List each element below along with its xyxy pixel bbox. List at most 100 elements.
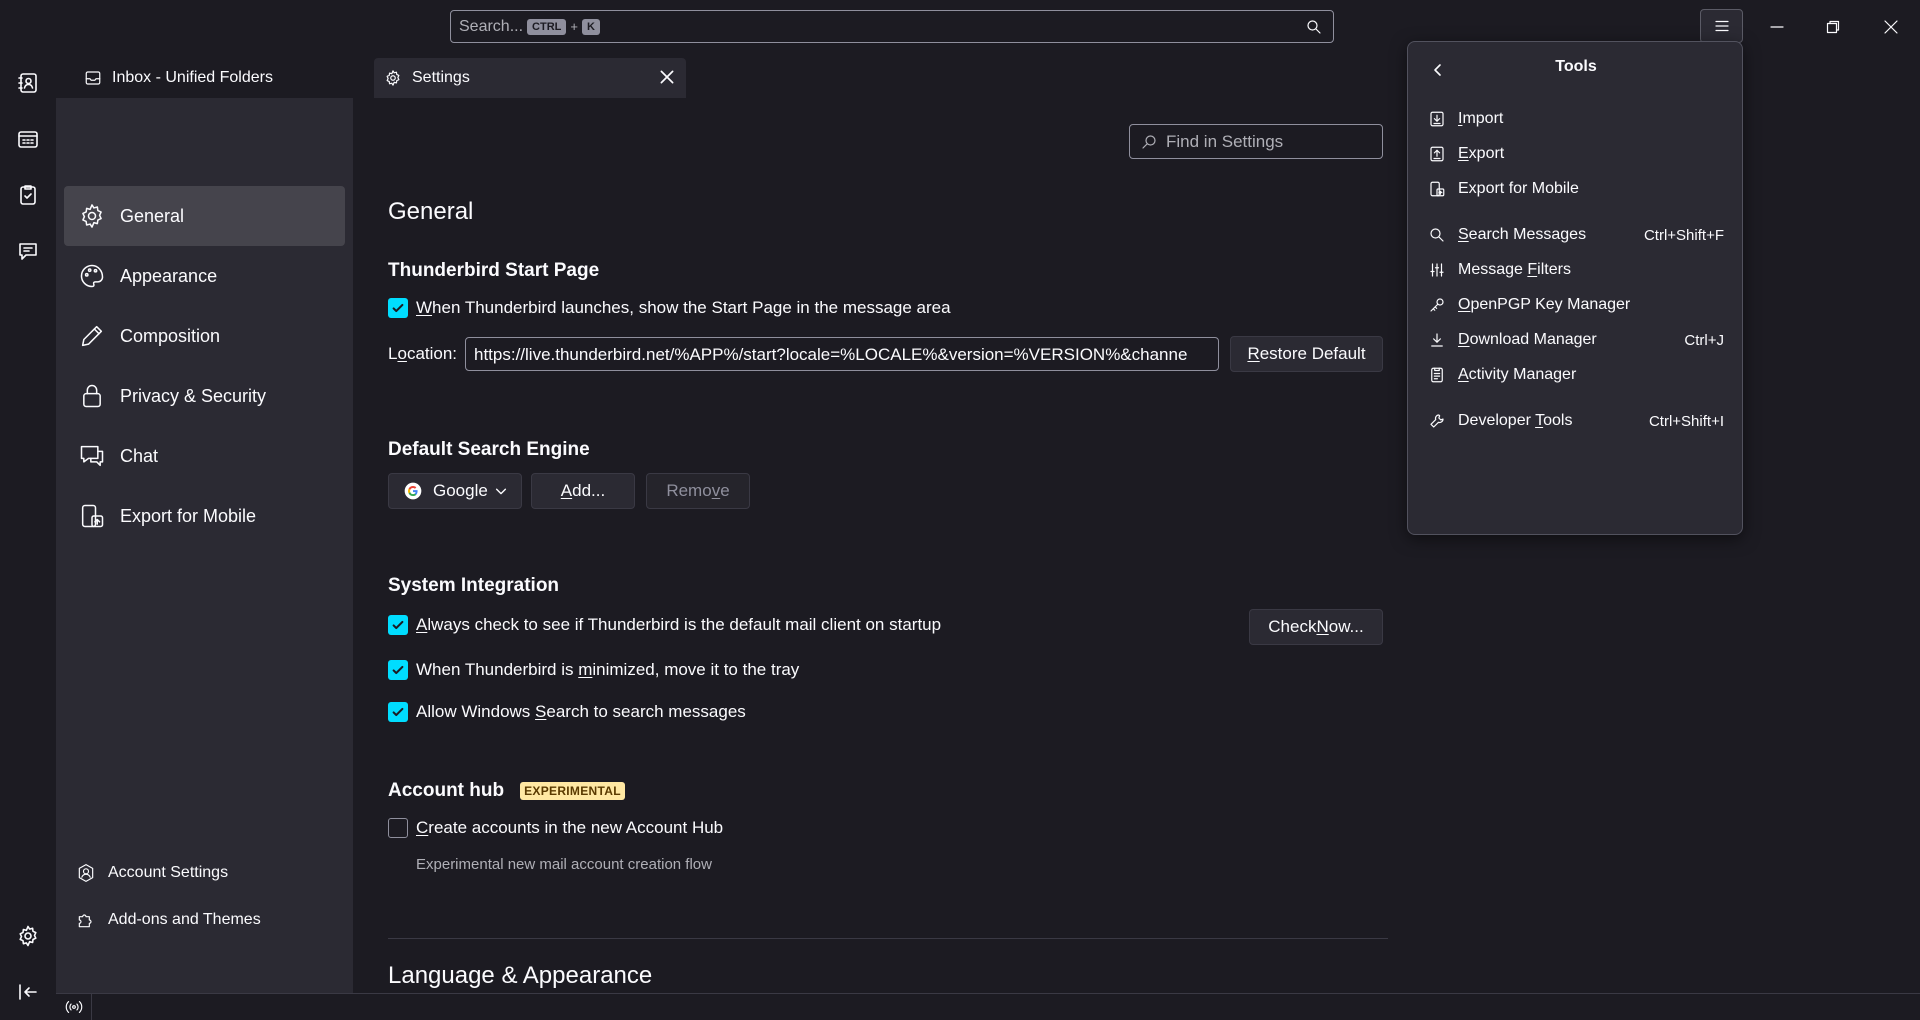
- chat-space-button[interactable]: [11, 234, 45, 268]
- tools-item-download-manager[interactable]: Download Manager Ctrl+J: [1420, 324, 1732, 356]
- tools-item-openpgp[interactable]: OpenPGP Key Manager: [1420, 289, 1732, 321]
- section-divider: [388, 938, 1388, 939]
- tab-close-button[interactable]: [658, 68, 676, 86]
- minimize-tray-checkbox[interactable]: [388, 660, 408, 680]
- tools-item-label: OpenPGP Key Manager: [1458, 296, 1724, 314]
- settings-space-button[interactable]: [11, 919, 45, 953]
- restore-button[interactable]: [1820, 14, 1846, 40]
- close-window-button[interactable]: [1878, 14, 1904, 40]
- location-input[interactable]: https://live.thunderbird.net/%APP%/start…: [465, 337, 1219, 371]
- remove-search-engine-button[interactable]: Remo v e: [646, 473, 750, 509]
- tools-item-label: Download Manager: [1458, 331, 1684, 349]
- tools-item-shortcut: Ctrl+Shift+F: [1643, 226, 1724, 244]
- check-now-button[interactable]: Check Now...: [1249, 609, 1383, 645]
- activity-icon: [1428, 366, 1446, 384]
- label-part: xport: [1468, 145, 1505, 162]
- search-engine-heading: Default Search Engine: [388, 439, 590, 460]
- label-part: Developer: [1458, 412, 1536, 429]
- tools-menu-panel: Tools Import Export Export for Mobile Se…: [1407, 41, 1743, 535]
- tools-item-import[interactable]: Import: [1420, 103, 1732, 135]
- mobile-export-icon: [78, 502, 106, 530]
- nav-label: General: [120, 205, 185, 226]
- default-client-checkbox[interactable]: [388, 615, 408, 635]
- nav-item-general[interactable]: General: [64, 186, 345, 246]
- minimize-button[interactable]: [1764, 14, 1790, 40]
- tools-item-label: Export for Mobile: [1458, 180, 1724, 198]
- account-hub-label: Create accounts in the new Account Hub: [416, 818, 723, 838]
- label-part: Remo: [666, 481, 712, 500]
- close-icon: [1883, 19, 1899, 35]
- nav-item-export-mobile[interactable]: Export for Mobile: [64, 486, 345, 546]
- nav-item-appearance[interactable]: Appearance: [64, 246, 345, 306]
- global-search-input[interactable]: Search... CTRL + K: [450, 10, 1334, 43]
- label-part: lways check to see if Thunderbird is the…: [427, 615, 942, 634]
- start-page-checkbox[interactable]: [388, 298, 408, 318]
- tools-item-shortcut: Ctrl+Shift+I: [1648, 412, 1724, 430]
- nav-item-privacy-security[interactable]: Privacy & Security: [64, 366, 345, 426]
- calendar-button[interactable]: [11, 122, 45, 156]
- restore-default-button[interactable]: Restore Default: [1230, 336, 1383, 372]
- tasks-button[interactable]: [11, 178, 45, 212]
- shortcut-key-k: K: [581, 18, 600, 35]
- label-part: inimized, move it to the tray: [592, 660, 800, 679]
- checkmark-icon: [391, 301, 405, 315]
- account-settings-link[interactable]: Account Settings: [76, 858, 228, 888]
- windows-search-label: Allow Windows Search to search messages: [416, 702, 746, 722]
- tools-item-activity-manager[interactable]: Activity Manager: [1420, 359, 1732, 391]
- label-part: Check: [1268, 617, 1317, 636]
- search-engine-select[interactable]: Google: [388, 473, 522, 509]
- find-in-settings-input[interactable]: Find in Settings: [1129, 124, 1383, 159]
- label-part: ctivity Manager: [1468, 366, 1577, 383]
- app-menu-button[interactable]: [1700, 9, 1743, 43]
- addons-themes-link[interactable]: Add-ons and Themes: [76, 905, 261, 935]
- label-part: L: [388, 344, 398, 363]
- access-key: O: [1458, 296, 1471, 313]
- checkmark-icon: [391, 705, 405, 719]
- tools-item-search-messages[interactable]: Search Messages Ctrl+Shift+F: [1420, 219, 1732, 251]
- tools-item-developer-tools[interactable]: Developer Tools Ctrl+Shift+I: [1420, 405, 1732, 437]
- label-part: ilters: [1537, 261, 1571, 278]
- tools-item-export-mobile[interactable]: Export for Mobile: [1420, 173, 1732, 205]
- access-key: F: [1527, 261, 1538, 278]
- location-label: Lo cation:: [388, 344, 457, 364]
- windows-search-checkbox-row[interactable]: Allow Windows Search to search messages: [388, 702, 746, 722]
- address-book-button[interactable]: [11, 66, 45, 100]
- gear-icon: [16, 924, 40, 948]
- tools-item-label: Activity Manager: [1458, 366, 1724, 384]
- system-integration-heading: System Integration: [388, 575, 560, 596]
- label-part: mport: [1462, 110, 1504, 127]
- tools-item-label: Search Messages: [1458, 226, 1644, 244]
- gear-icon: [384, 69, 402, 87]
- collapse-spaces-button[interactable]: [11, 975, 45, 1009]
- nav-label: Chat: [120, 445, 159, 466]
- account-icon: [76, 863, 96, 883]
- wrench-icon: [1428, 412, 1446, 430]
- tools-item-message-filters[interactable]: Message Filters: [1420, 254, 1732, 286]
- account-hub-title: Account hub: [388, 780, 505, 801]
- search-icon[interactable]: [1305, 18, 1323, 36]
- windows-search-checkbox[interactable]: [388, 702, 408, 722]
- nav-label: Composition: [120, 325, 221, 346]
- nav-label: Privacy & Security: [120, 385, 267, 406]
- default-client-label: Always check to see if Thunderbird is th…: [416, 615, 941, 635]
- label-part: Export for Mobile: [1458, 180, 1579, 197]
- tab-settings[interactable]: Settings: [374, 58, 686, 98]
- tab-inbox[interactable]: Inbox - Unified Folders: [68, 58, 368, 98]
- minimize-tray-checkbox-row[interactable]: When Thunderbird is minimized, move it t…: [388, 660, 799, 680]
- default-client-checkbox-row[interactable]: Always check to see if Thunderbird is th…: [388, 615, 941, 635]
- access-key: m: [578, 660, 593, 679]
- download-icon: [1428, 331, 1446, 349]
- add-search-engine-button[interactable]: Add...: [531, 473, 635, 509]
- collapse-icon: [16, 980, 40, 1004]
- start-page-checkbox-row[interactable]: When Thunderbird launches, show the Star…: [388, 298, 951, 318]
- online-status-button[interactable]: [56, 994, 92, 1020]
- tools-item-shortcut: Ctrl+J: [1684, 331, 1724, 349]
- nav-item-chat[interactable]: Chat: [64, 426, 345, 486]
- nav-item-composition[interactable]: Composition: [64, 306, 345, 366]
- account-hub-checkbox[interactable]: [388, 818, 408, 838]
- hamburger-icon: [1713, 17, 1731, 35]
- account-hub-checkbox-row[interactable]: Create accounts in the new Account Hub: [388, 818, 723, 838]
- tools-item-export[interactable]: Export: [1420, 138, 1732, 170]
- label-part: e: [720, 481, 730, 500]
- filter-sliders-icon: [1428, 261, 1446, 279]
